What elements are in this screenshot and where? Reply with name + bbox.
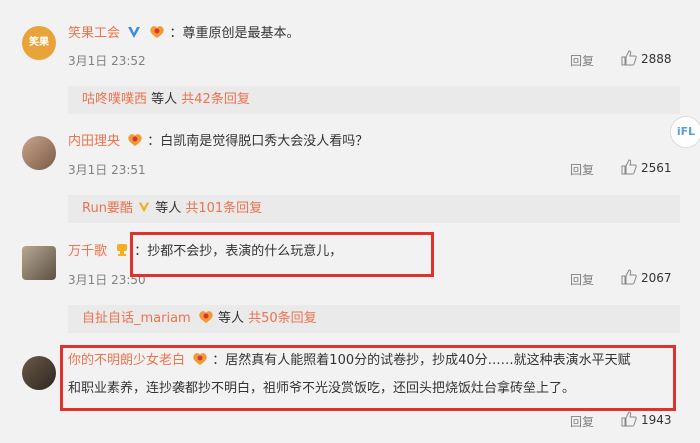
thumbs-up-icon: [621, 269, 637, 285]
sub-reply-user[interactable]: 咕咚噗噗西: [82, 92, 147, 107]
avatar[interactable]: [22, 356, 56, 390]
like-count: 1943: [641, 413, 672, 427]
timestamp: 3月1日 23:51: [68, 163, 146, 177]
sub-reply-count[interactable]: 共42条回复: [181, 92, 250, 107]
sub-reply-count[interactable]: 共101条回复: [185, 201, 262, 216]
comment-text: ：尊重原创是最基本。: [169, 26, 300, 41]
like-button[interactable]: 2067: [621, 269, 672, 285]
sub-reply-count[interactable]: 共50条回复: [248, 311, 317, 326]
avatar[interactable]: [22, 246, 56, 280]
like-button[interactable]: 1943: [621, 411, 672, 427]
sub-replies-bar[interactable]: Run要酷 等人 共101条回复: [68, 195, 680, 223]
highlight-box: [130, 232, 434, 277]
fan-badge-icon: [149, 25, 165, 39]
verified-icon: [137, 197, 151, 213]
thumbs-up-icon: [621, 411, 637, 427]
avatar-logo-text: 笑果: [29, 37, 49, 48]
thumbs-up-icon: [621, 159, 637, 175]
sub-reply-user[interactable]: Run要酷: [82, 201, 133, 216]
username[interactable]: 万千歌: [68, 244, 107, 259]
timestamp: 3月1日 23:52: [68, 54, 146, 68]
reply-button[interactable]: 回复: [570, 52, 594, 69]
reply-button[interactable]: 回复: [570, 413, 594, 430]
like-count: 2561: [641, 161, 672, 175]
username[interactable]: 笑果工会: [68, 26, 120, 41]
username[interactable]: 内田理央: [68, 134, 120, 149]
reply-button[interactable]: 回复: [570, 161, 594, 178]
sub-reply-mid: 等人: [213, 311, 249, 326]
like-button[interactable]: 2888: [621, 50, 672, 66]
sub-reply-mid: 等人: [151, 201, 186, 216]
comment-text: ：白凯南是觉得脱口秀大会没人看吗？: [147, 134, 369, 149]
sub-replies-bar[interactable]: 自扯自话_mariam 等人 共50条回复: [68, 305, 680, 333]
sub-reply-user[interactable]: 自扯自话_mariam: [82, 311, 191, 326]
like-button[interactable]: 2561: [621, 159, 672, 175]
like-count: 2888: [641, 52, 672, 66]
sub-reply-mid: 等人: [147, 92, 182, 107]
fan-badge-icon: [198, 307, 214, 323]
highlight-box: [60, 345, 676, 411]
fan-badge-icon: [127, 133, 143, 147]
trophy-badge-icon: [114, 243, 130, 257]
avatar[interactable]: [22, 136, 56, 170]
verified-icon: [126, 24, 142, 40]
avatar[interactable]: 笑果: [22, 26, 56, 60]
like-count: 2067: [641, 271, 672, 285]
sub-replies-bar[interactable]: 咕咚噗噗西 等人 共42条回复: [68, 86, 680, 114]
thumbs-up-icon: [621, 50, 637, 66]
reply-button[interactable]: 回复: [570, 271, 594, 288]
side-float-badge[interactable]: iFL: [670, 116, 700, 148]
